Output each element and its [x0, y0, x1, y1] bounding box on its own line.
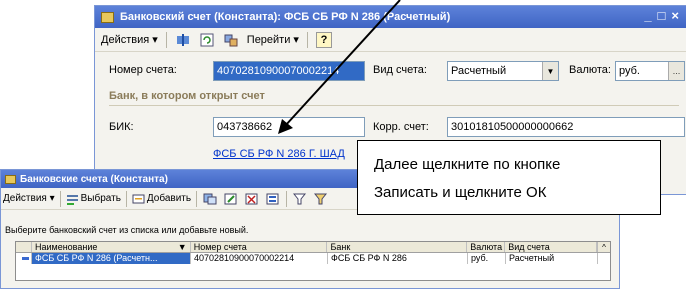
pointer-arrow — [278, 0, 401, 134]
